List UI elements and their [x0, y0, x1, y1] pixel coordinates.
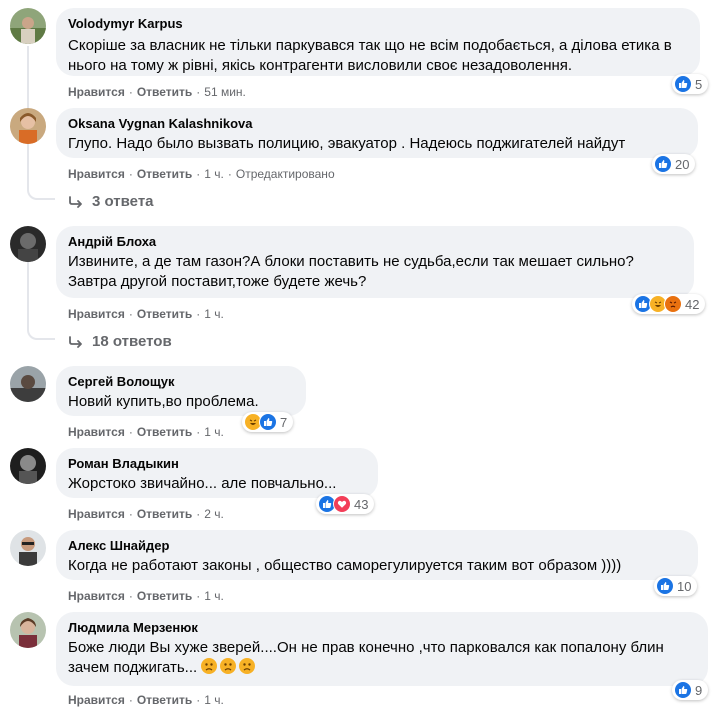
- like-icon: [656, 577, 674, 595]
- like-icon: [259, 413, 277, 431]
- love-icon: [333, 495, 351, 513]
- reply-button[interactable]: Ответить: [137, 307, 192, 321]
- timestamp[interactable]: 1 ч.: [204, 589, 224, 603]
- comment-actions: Нравится · Ответить · 1 ч.: [68, 693, 224, 707]
- comment-author[interactable]: Oksana Vygnan Kalashnikova: [68, 116, 686, 132]
- reaction-count: 9: [695, 682, 703, 698]
- comment-author[interactable]: Андрій Блоха: [68, 234, 682, 250]
- reaction-summary[interactable]: 5: [672, 74, 709, 94]
- comment-author[interactable]: Роман Владыкин: [68, 456, 366, 472]
- comment-author[interactable]: Людмила Мерзенюк: [68, 620, 696, 636]
- reply-button[interactable]: Ответить: [137, 425, 192, 439]
- comment-actions: Нравится · Ответить · 51 мин.: [68, 85, 246, 99]
- reaction-count: 7: [280, 414, 288, 430]
- like-button[interactable]: Нравится: [68, 425, 125, 439]
- timestamp[interactable]: 1 ч.: [204, 307, 224, 321]
- edited-label: Отредактировано: [235, 167, 335, 181]
- comment-actions: Нравится · Ответить · 1 ч.: [68, 589, 224, 603]
- comment-bubble: Volodymyr Karpus Скоріше за власник не т…: [56, 8, 700, 76]
- reaction-summary[interactable]: 42: [632, 294, 706, 314]
- like-button[interactable]: Нравится: [68, 507, 125, 521]
- comment-bubble: Андрій Блоха Извините, а де там газон?А …: [56, 226, 694, 298]
- comment-text: Боже люди Вы хуже зверей....Он не прав к…: [68, 639, 664, 676]
- like-icon: [674, 75, 692, 93]
- reaction-summary[interactable]: 43: [316, 494, 375, 514]
- reaction-count: 20: [675, 156, 690, 172]
- like-button[interactable]: Нравится: [68, 167, 125, 181]
- comment-actions: Нравится · Ответить · 2 ч.: [68, 507, 224, 521]
- sad-emoji-icon: [239, 658, 256, 674]
- reaction-summary[interactable]: 10: [654, 576, 698, 596]
- like-icon: [674, 681, 692, 699]
- comment-actions: Нравится · Ответить · 1 ч.: [68, 307, 224, 321]
- comment-actions: Нравится · Ответить · 1 ч.: [68, 425, 224, 439]
- reaction-count: 10: [677, 578, 692, 594]
- reply-arrow-icon: [69, 195, 82, 208]
- replies-count: 18 ответов: [92, 333, 172, 350]
- comment-author[interactable]: Алекс Шнайдер: [68, 538, 686, 554]
- angry-icon: [664, 295, 682, 313]
- comment-bubble: Людмила Мерзенюк Боже люди Вы хуже звере…: [56, 612, 708, 686]
- reaction-count: 5: [695, 76, 703, 92]
- comment-text: Жорстоко звичайно... але повчально...: [68, 475, 337, 492]
- comment-text: Глупо. Надо было вызвать полицию, эвакуа…: [68, 135, 626, 152]
- avatar[interactable]: [10, 108, 46, 144]
- comment-bubble: Oksana Vygnan Kalashnikova Глупо. Надо б…: [56, 108, 698, 158]
- reply-button[interactable]: Ответить: [137, 85, 192, 99]
- avatar[interactable]: [10, 448, 46, 484]
- like-button[interactable]: Нравится: [68, 693, 125, 707]
- comment-actions: Нравится · Ответить · 1 ч. · Отредактировано: [68, 167, 335, 181]
- comment-text: Извините, а де там газон?А блоки постави…: [68, 253, 634, 290]
- reaction-summary[interactable]: 20: [652, 154, 696, 174]
- avatar[interactable]: [10, 530, 46, 566]
- replies-count: 3 ответа: [92, 193, 154, 210]
- like-button[interactable]: Нравится: [68, 85, 125, 99]
- avatar[interactable]: [10, 366, 46, 402]
- comment-bubble: Сергей Волощук Новий купить,во проблема.: [56, 366, 306, 416]
- comment-bubble: Алекс Шнайдер Когда не работают законы ,…: [56, 530, 698, 580]
- view-replies-button[interactable]: 3 ответа: [68, 193, 154, 210]
- timestamp[interactable]: 1 ч.: [204, 167, 224, 181]
- comment-text: Скоріше за власник не тільки паркувався …: [68, 37, 672, 74]
- reaction-count: 43: [354, 496, 369, 512]
- thread-connector: [27, 326, 55, 340]
- reply-arrow-icon: [69, 335, 82, 348]
- reaction-summary[interactable]: 9: [672, 680, 709, 700]
- comment-author[interactable]: Сергей Волощук: [68, 374, 294, 390]
- avatar[interactable]: [10, 226, 46, 262]
- comment-text: Новий купить,во проблема.: [68, 393, 259, 410]
- reaction-summary[interactable]: 7: [242, 412, 294, 432]
- avatar[interactable]: [10, 8, 46, 44]
- reply-button[interactable]: Ответить: [137, 589, 192, 603]
- reply-button[interactable]: Ответить: [137, 693, 192, 707]
- sad-emoji-icon: [220, 658, 237, 674]
- reaction-count: 42: [685, 296, 700, 312]
- like-button[interactable]: Нравится: [68, 589, 125, 603]
- thread-line: [27, 262, 29, 326]
- avatar[interactable]: [10, 612, 46, 648]
- comment-author[interactable]: Volodymyr Karpus: [68, 16, 688, 32]
- reply-button[interactable]: Ответить: [137, 167, 192, 181]
- timestamp[interactable]: 1 ч.: [204, 693, 224, 707]
- reply-button[interactable]: Ответить: [137, 507, 192, 521]
- timestamp[interactable]: 1 ч.: [204, 425, 224, 439]
- like-button[interactable]: Нравится: [68, 307, 125, 321]
- view-replies-button[interactable]: 18 ответов: [68, 333, 172, 350]
- comment-bubble: Роман Владыкин Жорстоко звичайно... але …: [56, 448, 378, 498]
- thread-connector: [27, 186, 55, 200]
- timestamp[interactable]: 2 ч.: [204, 507, 224, 521]
- like-icon: [654, 155, 672, 173]
- comment-text: Когда не работают законы , общество само…: [68, 557, 622, 574]
- timestamp[interactable]: 51 мин.: [204, 85, 246, 99]
- sad-emoji-icon: [201, 658, 218, 674]
